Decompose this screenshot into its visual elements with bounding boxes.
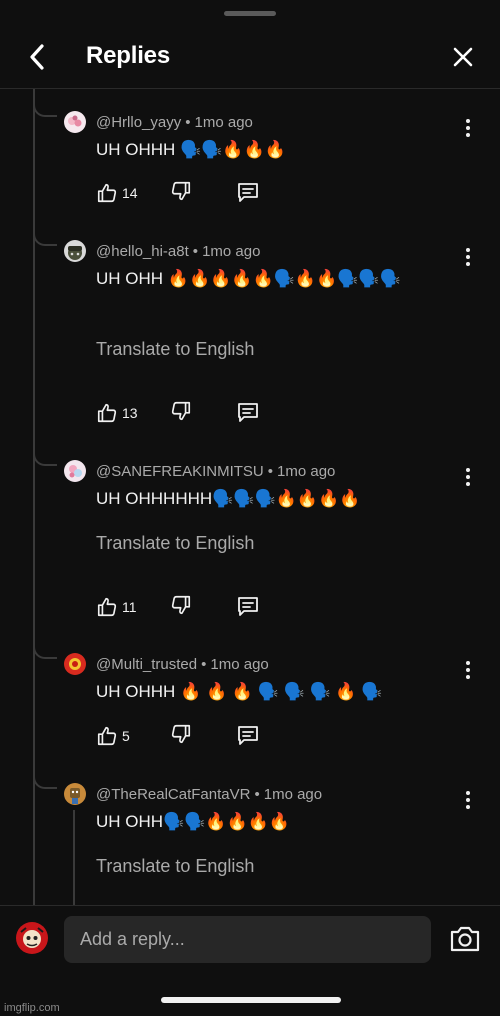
avatar[interactable]	[64, 240, 86, 262]
meta-separator: •	[185, 114, 191, 131]
home-indicator[interactable]	[161, 997, 341, 1003]
like-count: 14	[122, 185, 138, 201]
comment-text: UH OHH🗣️🗣️🔥🔥🔥🔥	[96, 812, 291, 831]
dislike-button[interactable]	[170, 400, 192, 427]
translate-link[interactable]: Translate to English	[96, 856, 254, 877]
comment-actions: 11	[96, 594, 296, 620]
close-icon	[453, 47, 473, 67]
meta-separator: •	[267, 463, 274, 480]
thumbs-up-icon	[97, 183, 117, 203]
page-title: Replies	[86, 42, 170, 69]
reply-comment-icon	[238, 183, 258, 202]
thread-connector	[33, 631, 57, 659]
more-options-button[interactable]	[458, 245, 478, 269]
comment-handle[interactable]: @hello_hi-a8t	[96, 243, 189, 260]
like-count: 5	[122, 728, 130, 744]
thread-connector	[33, 218, 57, 246]
like-button[interactable]: 14	[96, 180, 138, 206]
dislike-button[interactable]	[170, 180, 192, 207]
dislike-button[interactable]	[170, 594, 192, 621]
chevron-left-icon	[30, 44, 44, 70]
comment-time: 1mo ago	[194, 114, 253, 131]
reply-comment-icon	[238, 726, 258, 745]
my-avatar[interactable]	[16, 922, 48, 954]
close-button[interactable]	[446, 40, 480, 74]
thumbs-up-icon	[97, 597, 117, 617]
drag-handle[interactable]	[224, 11, 276, 16]
comment-actions: 5	[96, 723, 296, 749]
replies-header: Replies	[0, 28, 500, 88]
like-button[interactable]: 13	[96, 400, 138, 426]
comment-actions: 13	[96, 400, 296, 426]
reply-comment-icon	[238, 403, 258, 422]
comment-text: UH OHHH 🗣️🗣️🔥🔥🔥	[96, 140, 286, 159]
comment-text: UH OHHH 🔥 🔥 🔥 🗣️ 🗣️ 🗣️ 🔥 🗣️	[96, 682, 383, 701]
more-options-button[interactable]	[458, 788, 478, 812]
comment-time: 1mo ago	[263, 786, 323, 803]
dislike-button[interactable]	[170, 723, 192, 750]
reply-input[interactable]	[64, 916, 431, 963]
meta-separator: •	[254, 786, 260, 803]
comment-text: UH OHHHHHH🗣️🗣️🗣️🔥🔥🔥🔥	[96, 489, 361, 508]
thumbs-down-icon	[171, 181, 191, 201]
thread-connector	[33, 761, 57, 789]
comment-handle[interactable]: @TheRealCatFantaVR	[96, 786, 250, 803]
comment-handle[interactable]: @Multi_trusted	[96, 656, 197, 673]
thumbs-down-icon	[171, 595, 191, 615]
comment-time: 1mo ago	[210, 656, 269, 673]
nested-thread-line	[73, 810, 75, 905]
comment-text: UH OHH 🔥🔥🔥🔥🔥🗣️🔥🔥🗣️🗣️🗣️	[96, 269, 401, 288]
avatar[interactable]	[64, 460, 86, 482]
reply-comment-icon	[238, 597, 258, 616]
more-options-button[interactable]	[458, 465, 478, 489]
comment-actions: 14	[96, 180, 296, 206]
reply-button[interactable]	[236, 594, 260, 623]
thread-connector	[33, 438, 57, 466]
header-divider	[0, 88, 500, 89]
watermark: imgflip.com	[4, 1002, 60, 1014]
translate-link[interactable]: Translate to English	[96, 533, 254, 554]
like-count: 11	[122, 599, 137, 615]
thumbs-up-icon	[97, 726, 117, 746]
like-count: 13	[122, 405, 138, 421]
camera-icon	[450, 926, 480, 952]
more-options-button[interactable]	[458, 658, 478, 682]
comment-time: 1mo ago	[277, 463, 336, 480]
comment-handle[interactable]: @Hrllo_yayy	[96, 114, 181, 131]
like-button[interactable]: 11	[96, 594, 137, 620]
thumbs-down-icon	[171, 724, 191, 744]
back-button[interactable]	[20, 40, 54, 74]
meta-separator: •	[201, 656, 207, 673]
thumbs-up-icon	[97, 403, 117, 423]
avatar[interactable]	[64, 783, 86, 805]
camera-button[interactable]	[448, 924, 482, 954]
thread-connector	[33, 89, 57, 117]
translate-link[interactable]: Translate to English	[96, 339, 254, 360]
reply-button[interactable]	[236, 400, 260, 429]
reply-button[interactable]	[236, 180, 260, 209]
meta-separator: •	[192, 243, 199, 260]
reply-button[interactable]	[236, 723, 260, 752]
avatar[interactable]	[64, 111, 86, 133]
more-options-button[interactable]	[458, 116, 478, 140]
avatar[interactable]	[64, 653, 86, 675]
comment-handle[interactable]: @SANEFREAKINMITSU	[96, 463, 264, 480]
thumbs-down-icon	[171, 401, 191, 421]
like-button[interactable]: 5	[96, 723, 130, 749]
comment-time: 1mo ago	[202, 243, 261, 260]
